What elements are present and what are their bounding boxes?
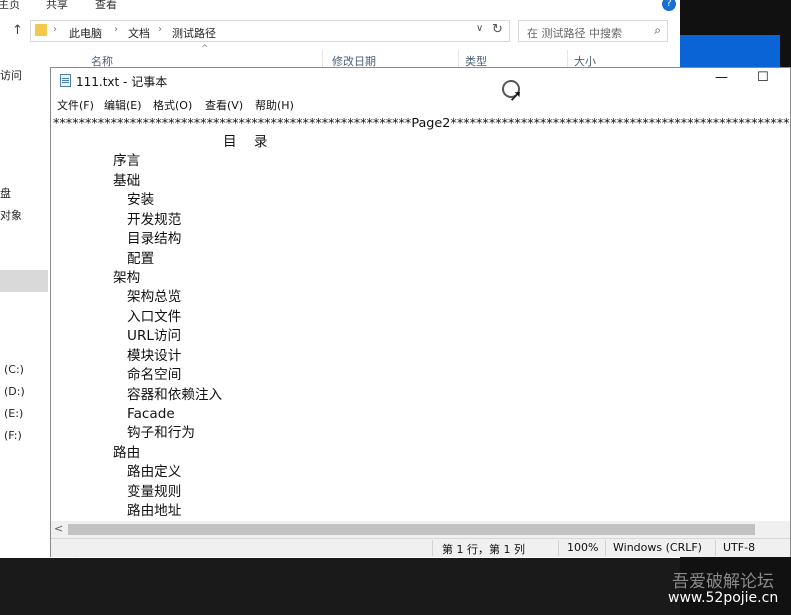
watermark-text: 吾爱破解论坛: [672, 572, 774, 592]
ribbon-tab-view[interactable]: 查看: [95, 0, 117, 12]
menu-format[interactable]: 格式(O): [153, 97, 192, 113]
minimize-button[interactable]: —: [715, 70, 728, 85]
column-divider[interactable]: [322, 50, 323, 68]
text-line: 容器和依赖注入: [127, 387, 223, 403]
text-line: 路由: [113, 445, 141, 461]
menu-file[interactable]: 文件(F): [57, 97, 94, 113]
column-divider[interactable]: [458, 50, 459, 68]
mouse-pointer-icon: ➚: [509, 86, 523, 105]
nav-item-quick-access[interactable]: 访问: [0, 67, 22, 83]
menu-bar: 文件(F) 编辑(E) 格式(O) 查看(V) 帮助(H): [51, 94, 790, 114]
nav-item-objects[interactable]: 对象: [0, 207, 22, 223]
scroll-left-icon[interactable]: <: [54, 522, 63, 535]
text-line: 基础: [113, 173, 141, 189]
column-headers: 名称 修改日期 类型 大小: [77, 50, 680, 68]
status-position: 第 1 行，第 1 列: [442, 543, 525, 556]
address-bar[interactable]: › 此电脑 › 文档 › 测试路径 ∨ ↻: [30, 20, 510, 42]
ribbon-tab-share[interactable]: 共享: [46, 0, 68, 12]
text-line: 架构总览: [127, 289, 182, 305]
menu-view[interactable]: 查看(V): [205, 97, 243, 113]
scrollbar-thumb[interactable]: [68, 524, 755, 535]
horizontal-scrollbar[interactable]: <: [51, 521, 790, 538]
status-line-ending: Windows (CRLF): [613, 541, 702, 554]
status-divider: [558, 540, 559, 556]
column-divider[interactable]: [567, 50, 568, 68]
notepad-icon: [60, 74, 71, 87]
maximize-button[interactable]: ☐: [757, 70, 769, 85]
folder-icon: [35, 24, 47, 36]
watermark-url: www.52pojie.cn: [668, 590, 779, 606]
nav-item-drive-e[interactable]: (E:): [4, 407, 23, 420]
text-line: 序言: [113, 153, 141, 169]
chevron-right-icon: ›: [114, 24, 118, 35]
status-bar: 第 1 行，第 1 列 100% Windows (CRLF) UTF-8: [51, 538, 790, 557]
refresh-icon[interactable]: ↻: [492, 22, 503, 37]
text-line: 配置: [127, 251, 155, 267]
status-divider: [432, 540, 433, 556]
nav-item-drive-f[interactable]: (F:): [4, 429, 22, 442]
text-line: 开发规范: [127, 212, 182, 228]
text-line: 目 录: [223, 134, 268, 150]
nav-item-drive[interactable]: 盘: [0, 185, 11, 201]
status-divider: [605, 540, 606, 556]
text-line: 安装: [127, 192, 155, 208]
search-icon: ⌕: [654, 23, 661, 37]
breadcrumb-this-pc[interactable]: 此电脑: [69, 25, 102, 41]
breadcrumb-documents[interactable]: 文档: [128, 25, 150, 41]
text-line: 钩子和行为: [127, 425, 195, 441]
chevron-down-icon[interactable]: ∨: [476, 23, 483, 34]
text-line: Facade: [127, 406, 175, 422]
status-zoom: 100%: [567, 541, 599, 554]
nav-item-drive-d[interactable]: (D:): [4, 385, 25, 398]
text-line: 路由地址: [127, 503, 182, 519]
search-input[interactable]: 在 测试路径 中搜索 ⌕: [518, 20, 668, 42]
address-bar-row: ↑ › 此电脑 › 文档 › 测试路径 ∨ ↻ 在 测试路径 中搜索 ⌕: [0, 17, 680, 47]
search-placeholder: 在 测试路径 中搜索: [527, 27, 622, 40]
text-line: URL访问: [127, 328, 182, 344]
text-line: 模块设计: [127, 348, 182, 364]
text-line: 变量规则: [127, 484, 182, 500]
background-desktop-bottom: [0, 558, 680, 615]
chevron-right-icon: ›: [158, 24, 162, 35]
status-encoding: UTF-8: [723, 541, 756, 554]
notepad-window: 111.txt - 记事本 — ☐ 文件(F) 编辑(E) 格式(O) 查看(V…: [50, 67, 791, 557]
text-line: 命名空间: [127, 367, 182, 383]
text-line: 架构: [113, 270, 141, 286]
breadcrumb-test-path[interactable]: 测试路径: [172, 25, 216, 41]
navigation-pane: 访问 盘 对象 (C:) (D:) (E:) (F:): [0, 50, 48, 615]
text-line: ****************************************…: [53, 116, 790, 131]
chevron-right-icon: ›: [53, 24, 57, 35]
ribbon-tab-home[interactable]: 主页: [0, 0, 20, 12]
menu-help[interactable]: 帮助(H): [255, 97, 294, 113]
nav-item-drive-c[interactable]: (C:): [4, 363, 24, 376]
title-bar[interactable]: 111.txt - 记事本 — ☐: [51, 68, 790, 94]
text-editor[interactable]: ****************************************…: [51, 114, 790, 521]
text-line: 入口文件: [127, 309, 182, 325]
menu-edit[interactable]: 编辑(E): [104, 97, 142, 113]
window-title: 111.txt - 记事本: [76, 75, 168, 89]
status-divider: [715, 540, 716, 556]
text-line: 目录结构: [127, 231, 182, 247]
help-icon[interactable]: ?: [662, 0, 676, 11]
explorer-ribbon: 主页 共享 查看 ?: [0, 0, 680, 12]
up-arrow-icon[interactable]: ↑: [12, 23, 23, 38]
nav-selected-row[interactable]: [0, 270, 48, 292]
text-line: 路由定义: [127, 464, 182, 480]
